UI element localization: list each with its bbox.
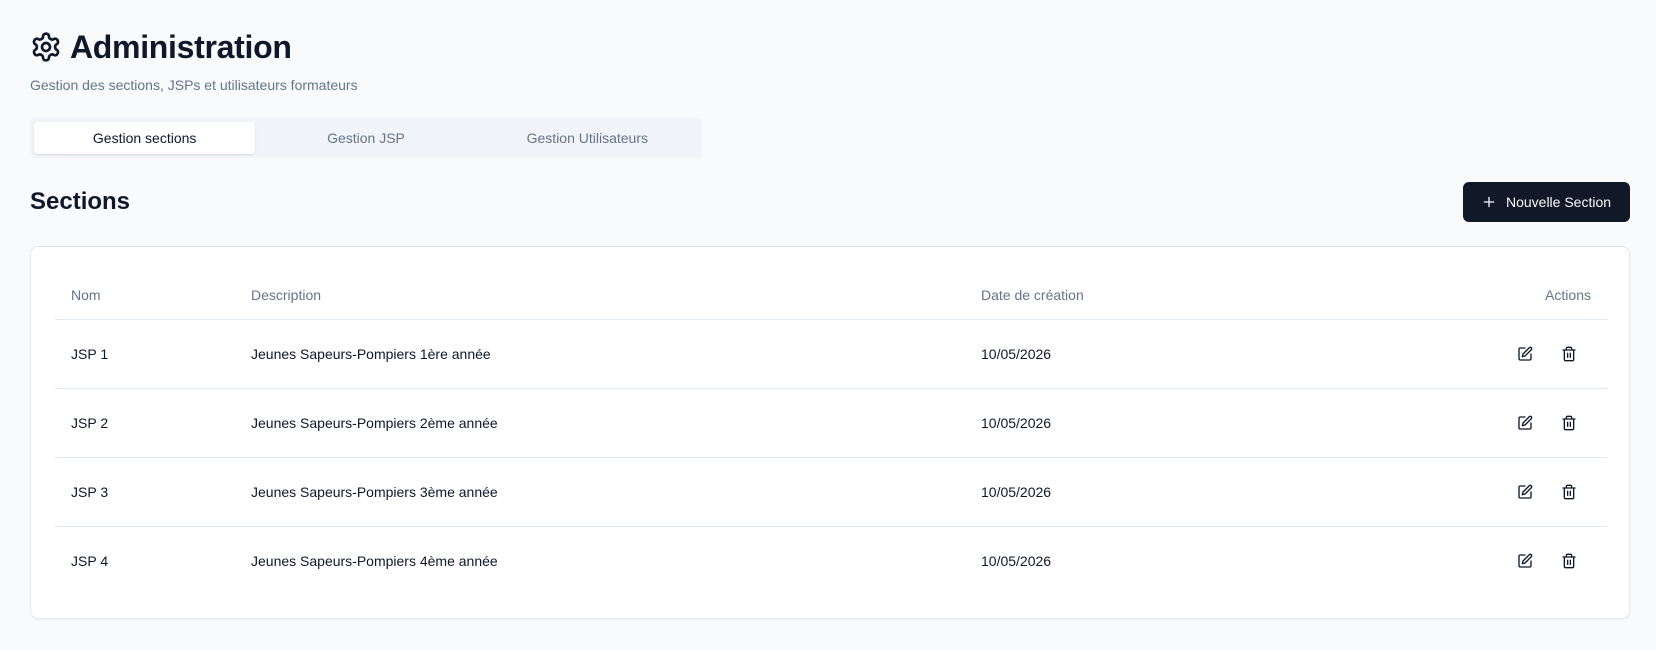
trash-icon bbox=[1562, 553, 1576, 569]
row-date: 10/05/2026 bbox=[965, 457, 1385, 527]
column-header-nom: Nom bbox=[55, 271, 235, 320]
edit-icon bbox=[1518, 553, 1533, 568]
tab-gestion-jsp[interactable]: Gestion JSP bbox=[255, 122, 476, 154]
new-section-button[interactable]: Nouvelle Section bbox=[1463, 182, 1630, 222]
trash-icon bbox=[1562, 484, 1576, 500]
row-name: JSP 1 bbox=[55, 319, 235, 389]
row-actions bbox=[1385, 457, 1607, 527]
row-description: Jeunes Sapeurs-Pompiers 4ème année bbox=[251, 553, 498, 569]
row-actions bbox=[1385, 388, 1607, 458]
tab-gestion-utilisateurs[interactable]: Gestion Utilisateurs bbox=[477, 122, 698, 154]
sections-card: Nom Description Date de création Actions… bbox=[30, 246, 1630, 619]
edit-button[interactable] bbox=[1511, 340, 1539, 368]
plus-icon bbox=[1483, 196, 1495, 208]
row-actions bbox=[1385, 527, 1607, 596]
row-description: Jeunes Sapeurs-Pompiers 3ème année bbox=[235, 457, 965, 527]
row-description: Jeunes Sapeurs-Pompiers 2ème année bbox=[235, 388, 965, 458]
admin-tabs: Gestion sections Gestion JSP Gestion Uti… bbox=[30, 118, 702, 158]
column-header-description: Description bbox=[235, 271, 965, 320]
row-name: JSP 3 bbox=[55, 457, 235, 527]
row-date: 10/05/2026 bbox=[981, 553, 1052, 569]
table-row: JSP 4 Jeunes Sapeurs-Pompiers 4ème année… bbox=[55, 527, 1607, 596]
table-header-row: Nom Description Date de création Actions bbox=[55, 271, 1607, 320]
table-row: JSP 1 Jeunes Sapeurs-Pompiers 1ère année… bbox=[55, 319, 1607, 389]
delete-button[interactable] bbox=[1555, 340, 1583, 368]
tab-gestion-sections[interactable]: Gestion sections bbox=[34, 122, 256, 154]
sections-table: Nom Description Date de création Actions… bbox=[55, 271, 1607, 595]
page-header: Administration bbox=[30, 28, 1630, 66]
row-description: Jeunes Sapeurs-Pompiers 1ère année bbox=[235, 319, 965, 389]
edit-icon bbox=[1518, 415, 1533, 430]
row-name: JSP 2 bbox=[55, 388, 235, 458]
column-header-date: Date de création bbox=[965, 271, 1385, 320]
edit-icon bbox=[1518, 346, 1533, 361]
trash-icon bbox=[1562, 346, 1576, 362]
edit-button[interactable] bbox=[1511, 409, 1539, 437]
delete-button[interactable] bbox=[1555, 478, 1583, 506]
page-subtitle: Gestion des sections, JSPs et utilisateu… bbox=[30, 77, 358, 93]
table-row: JSP 3 Jeunes Sapeurs-Pompiers 3ème année… bbox=[55, 457, 1607, 527]
edit-icon bbox=[1518, 484, 1533, 499]
trash-icon bbox=[1562, 415, 1576, 431]
gear-icon bbox=[32, 32, 60, 62]
page-title: Administration bbox=[70, 29, 292, 65]
delete-button[interactable] bbox=[1555, 409, 1583, 437]
row-name: JSP 4 bbox=[71, 553, 109, 569]
row-actions bbox=[1385, 319, 1607, 389]
row-date: 10/05/2026 bbox=[965, 388, 1385, 458]
edit-button[interactable] bbox=[1511, 547, 1539, 575]
row-date: 10/05/2026 bbox=[965, 319, 1385, 389]
sections-header: Sections Nouvelle Section bbox=[30, 182, 1630, 222]
sections-title: Sections bbox=[30, 188, 131, 215]
edit-button[interactable] bbox=[1511, 478, 1539, 506]
new-section-label: Nouvelle Section bbox=[1505, 194, 1612, 210]
table-row: JSP 2 Jeunes Sapeurs-Pompiers 2ème année… bbox=[55, 388, 1607, 458]
delete-button[interactable] bbox=[1555, 547, 1583, 575]
column-header-actions: Actions bbox=[1385, 271, 1607, 320]
admin-page: Administration Gestion des sections, JSP… bbox=[30, 28, 1630, 619]
